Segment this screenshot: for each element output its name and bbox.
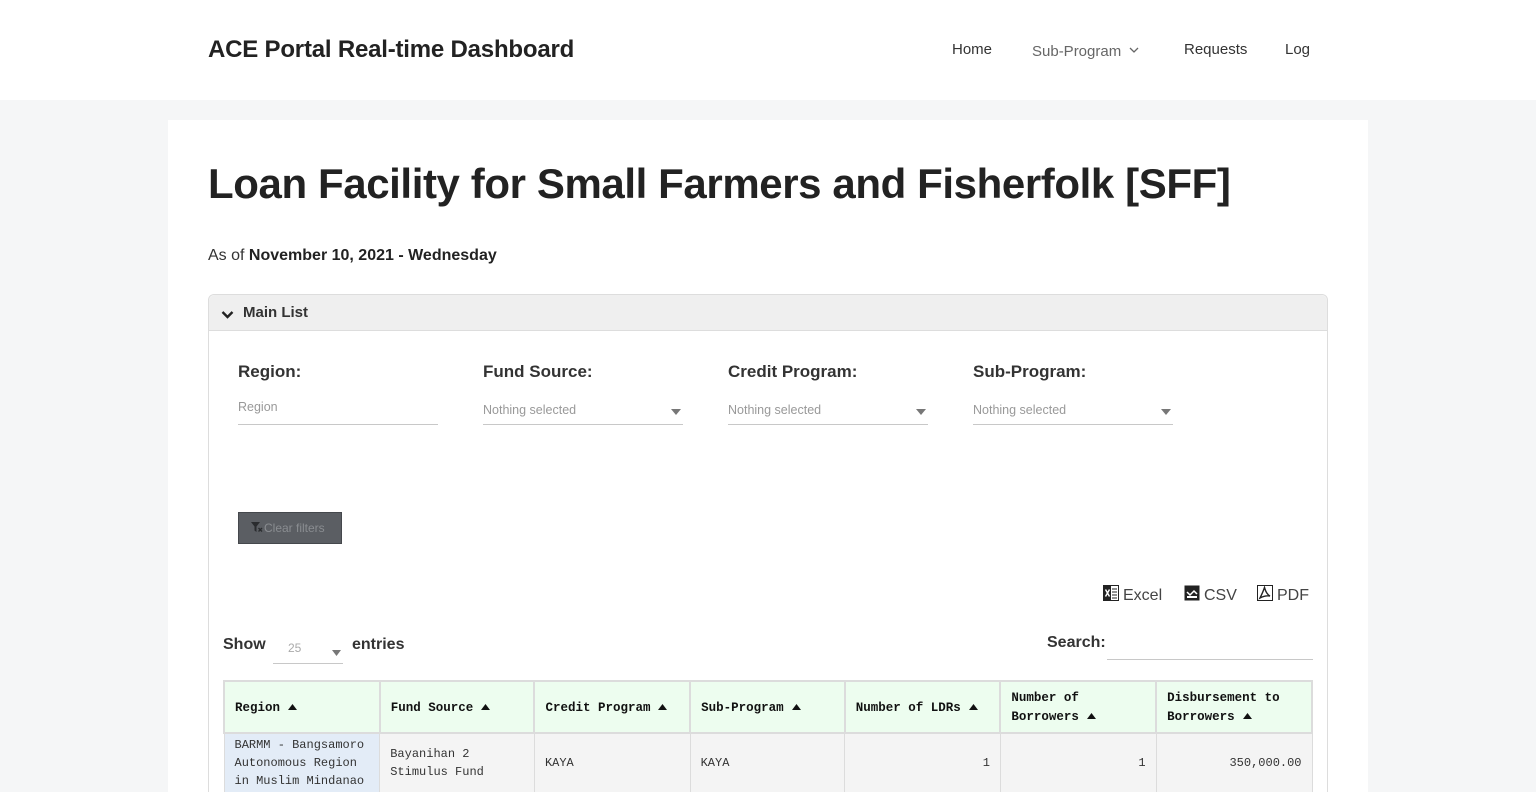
table-search-input[interactable]: [1107, 628, 1313, 660]
cell-number-of-borrowers: 1: [999, 732, 1157, 792]
caret-down-icon: [1161, 404, 1171, 418]
sort-asc-icon: [288, 698, 298, 716]
fund-source-filter-label: Fund Source:: [483, 362, 593, 381]
fund-source-select-value: Nothing selected: [483, 403, 577, 417]
cell-number-of-ldrs: 1: [844, 732, 1001, 792]
sort-asc-icon: [968, 698, 978, 716]
caret-down-icon: [332, 645, 341, 659]
cell-credit-program: KAYA: [533, 732, 691, 792]
sub-program-select-value: Nothing selected: [973, 403, 1067, 417]
chevron-down-icon: [221, 307, 234, 325]
main-list-panel-title: Main List: [243, 304, 309, 321]
credit-program-select-value: Nothing selected: [728, 403, 822, 417]
credit-program-filter-label: Credit Program:: [728, 362, 858, 381]
loan-data-table: Region Fund Source Credit Program Sub-Pr…: [223, 680, 1313, 792]
as-of-line: As of November 10, 2021 - Wednesday: [208, 247, 497, 265]
as-of-date: November 10, 2021 - Wednesday: [248, 247, 497, 264]
export-pdf-label: PDF: [1277, 587, 1309, 604]
region-filter-label: Region:: [238, 362, 302, 381]
nav-sub-program[interactable]: Sub-Program: [1032, 41, 1139, 60]
cell-fund-source: Bayanihan 2 Stimulus Fund: [379, 732, 535, 792]
column-header-disbursement[interactable]: Disbursement to Borrowers: [1155, 680, 1313, 734]
export-excel-button[interactable]: Excel: [1103, 585, 1162, 606]
sort-asc-icon: [1242, 707, 1252, 725]
caret-down-icon: [916, 404, 926, 418]
cell-sub-program: KAYA: [689, 732, 846, 792]
column-header-region[interactable]: Region: [223, 680, 381, 734]
nav-log[interactable]: Log: [1285, 41, 1310, 58]
sub-program-filter-label: Sub-Program:: [973, 362, 1087, 381]
cell-region: BARMM - Bangsamoro Autonomous Region in …: [223, 732, 381, 792]
filter-clear-icon: [251, 522, 263, 536]
nav-requests[interactable]: Requests: [1184, 41, 1247, 58]
nav-sub-program-label: Sub-Program: [1032, 43, 1122, 60]
pdf-file-icon: [1257, 585, 1273, 606]
column-header-label: Region: [235, 700, 281, 715]
site-brand[interactable]: ACE Portal Real-time Dashboard: [208, 36, 574, 64]
chevron-down-icon: [1129, 41, 1139, 58]
page-size-value: 25: [288, 641, 302, 655]
credit-program-select[interactable]: Nothing selected: [728, 394, 928, 425]
region-filter-placeholder: Region: [238, 400, 278, 414]
show-label: Show: [223, 636, 266, 653]
export-pdf-button[interactable]: PDF: [1257, 585, 1309, 606]
cell-disbursement: 350,000.00: [1155, 732, 1313, 792]
export-excel-label: Excel: [1123, 587, 1163, 604]
entries-label: entries: [352, 636, 405, 653]
column-header-label: Sub-Program: [701, 700, 784, 715]
column-header-fund-source[interactable]: Fund Source: [378, 680, 536, 734]
column-header-label: Number of LDRs: [855, 700, 961, 715]
sort-asc-icon: [481, 698, 491, 716]
caret-down-icon: [671, 404, 681, 418]
page-size-select[interactable]: 25: [273, 633, 343, 664]
column-header-label: Credit Program: [545, 700, 651, 715]
column-header-label: Number of Borrowers: [1011, 690, 1079, 724]
column-header-credit-program[interactable]: Credit Program: [533, 680, 692, 734]
csv-file-icon: [1184, 585, 1200, 606]
search-label: Search:: [1047, 634, 1106, 651]
column-header-label: Disbursement to Borrowers: [1167, 690, 1280, 724]
sort-asc-icon: [1086, 707, 1096, 725]
column-header-number-of-borrowers[interactable]: Number of Borrowers: [999, 680, 1158, 734]
export-csv-button[interactable]: CSV: [1184, 585, 1237, 606]
column-header-label: Fund Source: [390, 700, 474, 715]
fund-source-select[interactable]: Nothing selected: [483, 394, 683, 425]
clear-filters-button[interactable]: Clear filters: [238, 512, 342, 544]
table-row: BARMM - Bangsamoro Autonomous Region in …: [223, 732, 1313, 792]
page-title: Loan Facility for Small Farmers and Fish…: [208, 160, 1231, 207]
column-header-sub-program[interactable]: Sub-Program: [689, 680, 846, 734]
sort-asc-icon: [791, 698, 801, 716]
sort-asc-icon: [658, 698, 668, 716]
as-of-prefix: As of: [208, 247, 245, 264]
sub-program-select[interactable]: Nothing selected: [973, 394, 1173, 425]
top-navbar: ACE Portal Real-time Dashboard Home Sub-…: [0, 0, 1536, 100]
table-header-row: Region Fund Source Credit Program Sub-Pr…: [223, 680, 1313, 734]
column-header-number-of-ldrs[interactable]: Number of LDRs: [843, 680, 1002, 734]
clear-filters-label: Clear filters: [264, 521, 325, 535]
main-list-panel-header[interactable]: Main List: [209, 295, 1327, 331]
excel-file-icon: [1103, 585, 1119, 606]
export-csv-label: CSV: [1204, 587, 1237, 604]
nav-home[interactable]: Home: [952, 41, 992, 58]
region-filter-input[interactable]: Region: [238, 394, 438, 425]
